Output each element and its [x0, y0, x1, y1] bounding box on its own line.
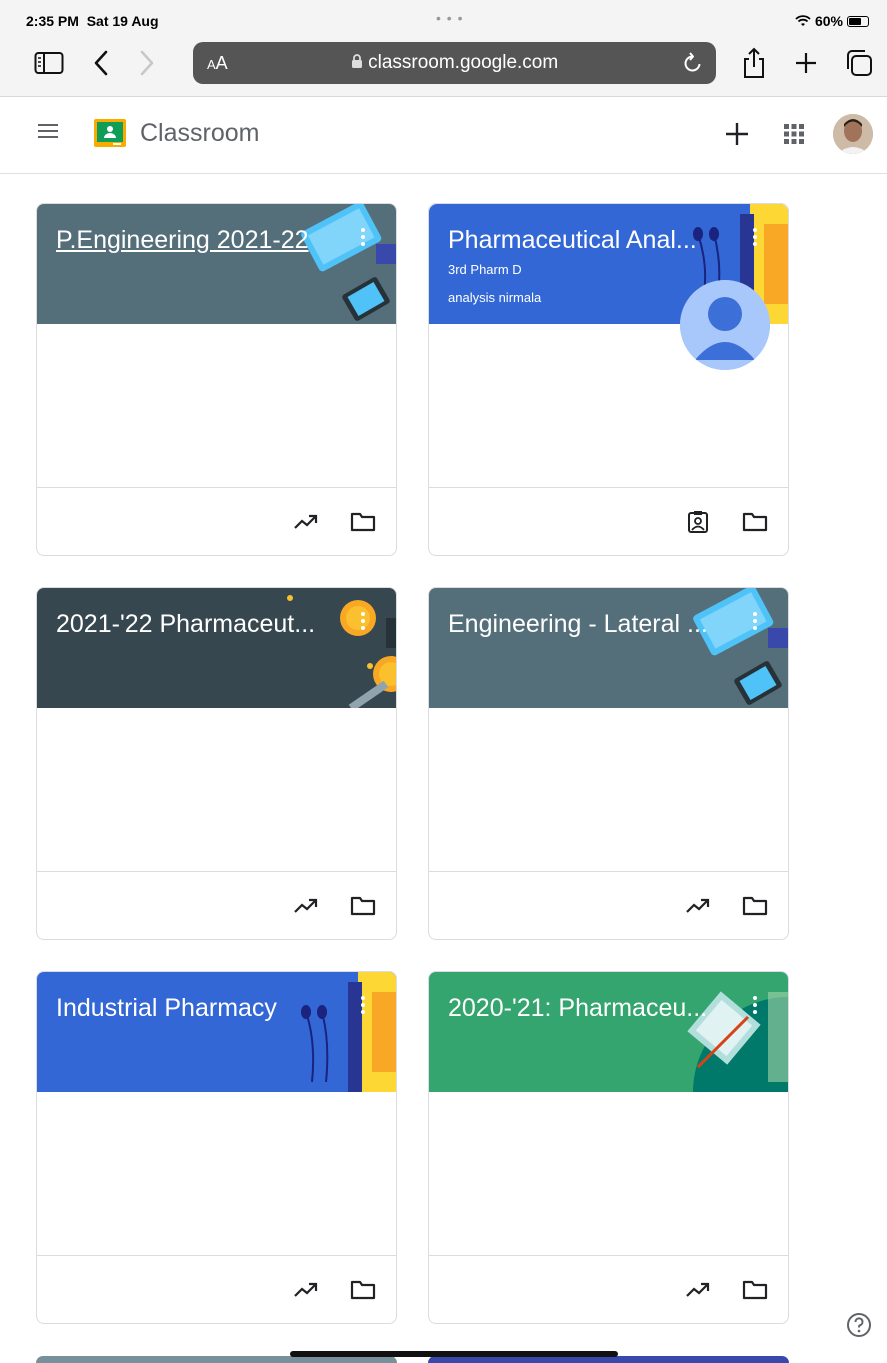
- home-indicator[interactable]: [290, 1351, 618, 1357]
- tabs-icon[interactable]: [844, 48, 874, 78]
- books-illustration-icon: [301, 972, 396, 1092]
- trending-up-icon[interactable]: [293, 894, 319, 918]
- apps-grid-icon[interactable]: [782, 122, 806, 151]
- url-text: classroom.google.com: [368, 52, 559, 73]
- tech-illustration-icon: [301, 204, 396, 321]
- battery-percent: 60%: [814, 13, 843, 29]
- reload-icon[interactable]: [682, 50, 704, 79]
- account-avatar[interactable]: [833, 114, 873, 154]
- class-card-header[interactable]: 2020-'21: Pharmaceu...: [429, 972, 788, 1092]
- more-options-icon[interactable]: [360, 996, 366, 1017]
- class-card-footer: [429, 487, 788, 555]
- class-card-footer: [37, 487, 396, 555]
- app-title[interactable]: Classroom: [140, 119, 259, 148]
- trending-up-icon[interactable]: [293, 1278, 319, 1302]
- class-card-footer: [429, 1255, 788, 1323]
- classroom-logo-icon[interactable]: [94, 119, 126, 147]
- url-display[interactable]: classroom.google.com: [193, 52, 716, 74]
- more-options-icon[interactable]: [752, 228, 758, 249]
- lock-icon: [351, 54, 362, 68]
- browser-toolbar: AA classroom.google.com: [0, 40, 887, 97]
- class-name-link[interactable]: Industrial Pharmacy: [56, 994, 277, 1023]
- share-icon[interactable]: [739, 47, 769, 78]
- folder-icon[interactable]: [350, 894, 376, 918]
- folder-icon[interactable]: [742, 1278, 768, 1302]
- forward-icon[interactable]: [132, 48, 162, 78]
- plus-icon[interactable]: [791, 48, 821, 78]
- class-card-footer: [37, 1255, 396, 1323]
- class-card-header[interactable]: 2021-'22 Pharmaceut...: [37, 588, 396, 708]
- class-section: 3rd Pharm D: [448, 262, 522, 277]
- class-card-footer: [429, 871, 788, 939]
- class-card[interactable]: Engineering - Lateral ...: [428, 587, 789, 940]
- help-icon[interactable]: [846, 1312, 872, 1338]
- class-name-link[interactable]: P.Engineering 2021-22: [56, 226, 309, 255]
- more-options-icon[interactable]: [360, 612, 366, 633]
- class-card[interactable]: 2021-'22 Pharmaceut...: [36, 587, 397, 940]
- status-right: 60%: [795, 13, 869, 29]
- multitask-dots-icon[interactable]: • • •: [436, 10, 463, 26]
- add-icon[interactable]: [722, 119, 752, 154]
- class-card[interactable]: P.Engineering 2021-22: [36, 203, 397, 556]
- trending-up-icon[interactable]: [293, 510, 319, 534]
- back-icon[interactable]: [86, 48, 116, 78]
- class-name-link[interactable]: 2021-'22 Pharmaceut...: [56, 610, 315, 639]
- trending-up-icon[interactable]: [685, 894, 711, 918]
- class-card-peek[interactable]: [36, 1356, 397, 1363]
- sidebar-icon[interactable]: [34, 48, 64, 78]
- battery-icon: [847, 15, 869, 27]
- folder-icon[interactable]: [350, 1278, 376, 1302]
- class-profile-icon[interactable]: [685, 510, 711, 534]
- class-card-header[interactable]: Engineering - Lateral ...: [429, 588, 788, 708]
- trending-up-icon[interactable]: [685, 1278, 711, 1302]
- app-header: Classroom: [0, 97, 887, 174]
- class-name-link[interactable]: Pharmaceutical Anal...: [448, 226, 697, 255]
- wifi-icon: [795, 15, 811, 26]
- class-card-footer: [37, 871, 396, 939]
- folder-icon[interactable]: [350, 510, 376, 534]
- teacher-avatar: [680, 280, 770, 370]
- more-options-icon[interactable]: [752, 612, 758, 633]
- notes-illustration-icon: [687, 991, 788, 1092]
- tech-illustration-icon: [693, 588, 788, 705]
- class-card[interactable]: Industrial Pharmacy: [36, 971, 397, 1324]
- folder-icon[interactable]: [742, 510, 768, 534]
- status-date: Sat 19 Aug: [86, 13, 159, 29]
- more-options-icon[interactable]: [752, 996, 758, 1017]
- class-card-header[interactable]: P.Engineering 2021-22: [37, 204, 396, 324]
- class-card-peek[interactable]: [428, 1356, 789, 1363]
- class-name-link[interactable]: Engineering - Lateral ...: [448, 610, 708, 639]
- menu-icon[interactable]: [36, 121, 60, 146]
- class-teacher: analysis nirmala: [448, 290, 542, 305]
- class-card-header[interactable]: Industrial Pharmacy: [37, 972, 396, 1092]
- class-card[interactable]: Pharmaceutical Anal... 3rd Pharm D analy…: [428, 203, 789, 556]
- status-time: 2:35 PM Sat 19 Aug: [26, 13, 159, 29]
- class-name-link[interactable]: 2020-'21: Pharmaceu...: [448, 994, 707, 1023]
- more-options-icon[interactable]: [360, 228, 366, 249]
- folder-icon[interactable]: [742, 894, 768, 918]
- coins-illustration-icon: [287, 595, 396, 708]
- address-bar[interactable]: AA classroom.google.com: [193, 42, 716, 84]
- class-card[interactable]: 2020-'21: Pharmaceu...: [428, 971, 789, 1324]
- status-clock: 2:35 PM: [26, 13, 79, 29]
- status-bar: 2:35 PM Sat 19 Aug • • • 60%: [0, 0, 887, 40]
